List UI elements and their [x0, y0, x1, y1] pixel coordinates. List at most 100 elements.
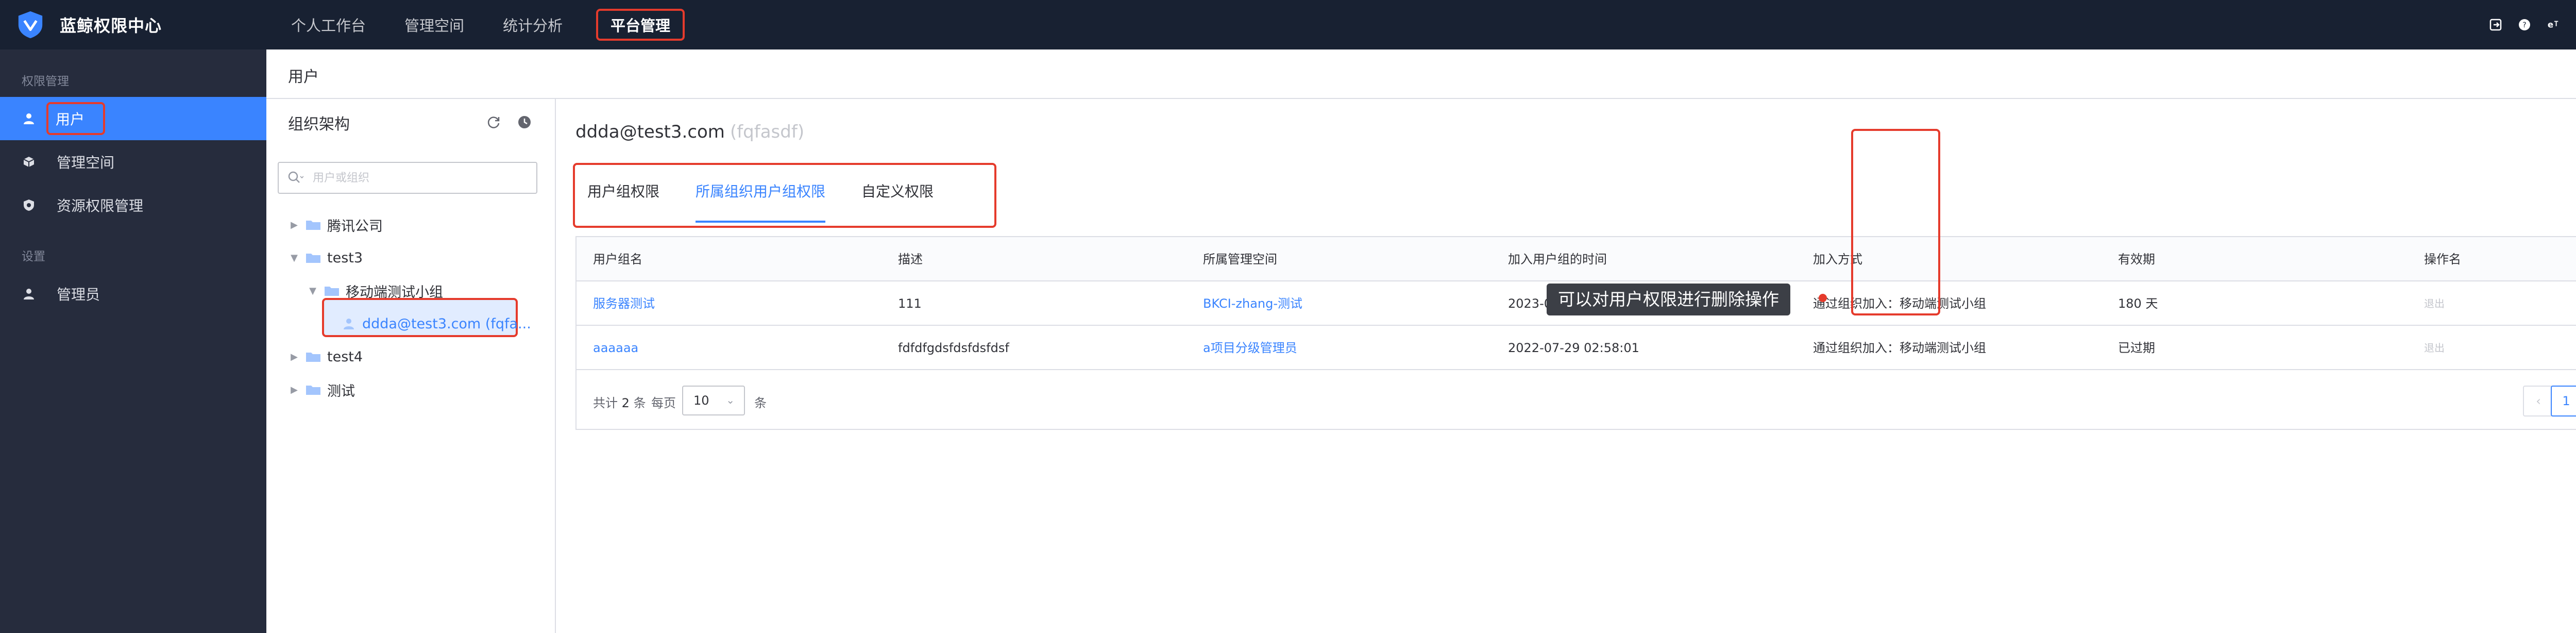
svg-text:e: e — [2548, 20, 2553, 30]
history-icon[interactable] — [517, 114, 532, 130]
top-navbar: 蓝鲸权限中心 个人工作台 管理空间 统计分析 平台管理 ? e u ⌄ — [0, 0, 2576, 49]
total-count: 共计 2 条 — [593, 393, 646, 411]
tree-node-label: ddda@test3.com (fqfa... — [362, 315, 531, 332]
main-content: ddda@test3.com (fqfasdf) 用户组权限 所属组织用户组权限 … — [556, 99, 2576, 633]
group-name-link[interactable]: 服务器测试 — [593, 281, 655, 326]
table-cell: fdfdfgdsfdsfdsfdsf — [898, 341, 1009, 355]
caret-right-icon[interactable]: ▶ — [289, 220, 299, 230]
table-cell: 180 天 — [2118, 296, 2158, 311]
operation-annotation-box — [1851, 129, 1940, 315]
table-cell: 2022-07-29 02:58:01 — [1508, 341, 1639, 355]
prev-page-button[interactable]: ‹ — [2523, 386, 2554, 417]
folder-icon — [325, 287, 339, 296]
permission-tabs: 用户组权限 所属组织用户组权限 自定义权限 — [575, 165, 957, 226]
tree-node[interactable]: ▶ 测试 — [266, 373, 555, 406]
sidebar-item-admin[interactable]: 管理员 — [0, 272, 266, 315]
table-cell: 已过期 — [2118, 341, 2155, 355]
caret-down-icon[interactable]: ▼ — [289, 253, 299, 263]
tree-node-label: 测试 — [327, 383, 355, 399]
space-link[interactable]: a项目分级管理员 — [1203, 326, 1297, 370]
total-suffix: 条 — [633, 396, 646, 410]
total-prefix: 共计 — [593, 396, 618, 410]
brand-title: 蓝鲸权限中心 — [60, 16, 162, 36]
language-icon[interactable]: e — [2547, 18, 2560, 31]
app-root: 蓝鲸权限中心 个人工作台 管理空间 统计分析 平台管理 ? e u ⌄ 权限管理 — [0, 0, 2576, 633]
column-header[interactable]: 所属管理空间 — [1203, 237, 1277, 281]
user-icon — [22, 287, 36, 301]
table-cell: 通过组织加入：移动端测试小组 — [1813, 341, 1986, 355]
tree-node[interactable]: ▶ test4 — [266, 340, 555, 373]
tab-org-group-permission[interactable]: 所属组织用户组权限 — [683, 165, 838, 226]
sidebar-item-users[interactable]: 用户 — [0, 97, 266, 140]
topnav-management-space[interactable]: 管理空间 — [399, 10, 469, 40]
table-cell: 111 — [898, 296, 922, 311]
page-size-unit: 条 — [754, 396, 767, 410]
page-size-select[interactable]: 10 ⌄ — [682, 386, 745, 415]
brand[interactable]: 蓝鲸权限中心 — [15, 9, 162, 40]
page-size-value: 10 — [693, 393, 709, 408]
caret-right-icon[interactable]: ▶ — [289, 352, 299, 362]
user-icon — [22, 111, 36, 126]
help-icon[interactable]: ? — [2518, 18, 2531, 31]
topnav-statistics[interactable]: 统计分析 — [498, 10, 568, 40]
sidebar-item-management-space[interactable]: 管理空间 — [0, 140, 266, 184]
quit-button[interactable]: 退出 — [2424, 281, 2445, 326]
sidebar-item-resource-permission[interactable]: 资源权限管理 — [0, 184, 266, 227]
sidebar-item-label: 管理员 — [57, 286, 100, 303]
user-icon — [344, 319, 354, 329]
exit-icon[interactable] — [2489, 18, 2502, 31]
per-page-label: 每页 — [651, 396, 676, 410]
caret-right-icon[interactable]: ▶ — [289, 385, 299, 395]
sidebar: 权限管理 用户 管理空间 资源权限管理 设置 管理员 — [0, 49, 266, 633]
user-id: (fqfasdf) — [730, 122, 805, 142]
column-header[interactable]: 描述 — [898, 237, 923, 281]
top-right-tools: ? e u ⌄ — [2473, 0, 2576, 49]
org-search[interactable] — [278, 162, 537, 194]
space-link[interactable]: BKCI-zhang-测试 — [1203, 281, 1302, 326]
user-header: ddda@test3.com (fqfasdf) — [575, 122, 804, 142]
page-title: 用户 — [288, 68, 319, 86]
column-header[interactable]: 用户组名 — [593, 237, 642, 281]
quit-button[interactable]: 退出 — [2424, 326, 2445, 370]
org-panel: 组织架构 ▶ 腾讯公司 ▼ test3 ▼ — [266, 99, 556, 633]
chevron-down-icon: ⌄ — [726, 394, 735, 406]
sidebar-group-title: 设置 — [22, 250, 45, 263]
folder-icon — [306, 221, 320, 230]
tab-user-group-permission[interactable]: 用户组权限 — [575, 165, 672, 226]
folder-icon — [306, 353, 320, 362]
table-header: 用户组名 描述 所属管理空间 加入用户组的时间 加入方式 有效期 操作名 — [577, 237, 2576, 281]
user-email: ddda@test3.com — [575, 122, 725, 142]
refresh-icon[interactable] — [486, 114, 501, 130]
topnav-platform-management[interactable]: 平台管理 — [596, 9, 685, 41]
page-number-button[interactable]: 1 — [2551, 386, 2576, 417]
tree-node-label: 腾讯公司 — [327, 218, 383, 235]
tree-node[interactable]: ▶ 腾讯公司 — [266, 208, 555, 241]
sidebar-item-label: 资源权限管理 — [57, 197, 144, 214]
tree-node-label: test3 — [327, 249, 363, 266]
table-row: aaaaaa fdfdfgdsfdsfdsfdsf a项目分级管理员 2022-… — [577, 326, 2576, 370]
shield-gear-icon — [22, 198, 36, 212]
tree-node[interactable]: ▼ test3 — [266, 241, 555, 274]
permission-table: 用户组名 描述 所属管理空间 加入用户组的时间 加入方式 有效期 操作名 服务器… — [575, 236, 2576, 430]
column-header[interactable]: 有效期 — [2118, 237, 2155, 281]
annotation-tooltip: 可以对用户权限进行删除操作 — [1547, 284, 1790, 315]
group-name-link[interactable]: aaaaaa — [593, 326, 638, 370]
topnav-personal-workbench[interactable]: 个人工作台 — [286, 10, 371, 40]
column-header: 操作名 — [2424, 252, 2461, 266]
top-nav: 个人工作台 管理空间 统计分析 平台管理 — [286, 0, 713, 49]
org-tree: ▶ 腾讯公司 ▼ test3 ▼ 移动端测试小组 ddda@test3.com … — [266, 208, 555, 406]
org-search-input[interactable] — [312, 171, 520, 185]
org-panel-title: 组织架构 — [288, 115, 350, 134]
column-header[interactable]: 加入用户组的时间 — [1508, 237, 1607, 281]
shield-logo-icon — [18, 11, 43, 39]
breadcrumb: 用户 — [266, 49, 2576, 99]
caret-down-icon[interactable]: ▼ — [308, 286, 318, 296]
tabs-annotation-box: 用户组权限 所属组织用户组权限 自定义权限 — [573, 163, 996, 228]
svg-text:?: ? — [2522, 21, 2526, 29]
folder-icon — [306, 386, 320, 395]
tab-custom-permission[interactable]: 自定义权限 — [849, 165, 946, 226]
annotation-dot — [1819, 294, 1827, 302]
total-value: 2 — [621, 396, 630, 410]
tree-node-label: test4 — [327, 348, 363, 365]
tree-node-selected-user[interactable]: ddda@test3.com (fqfa... — [266, 298, 555, 340]
